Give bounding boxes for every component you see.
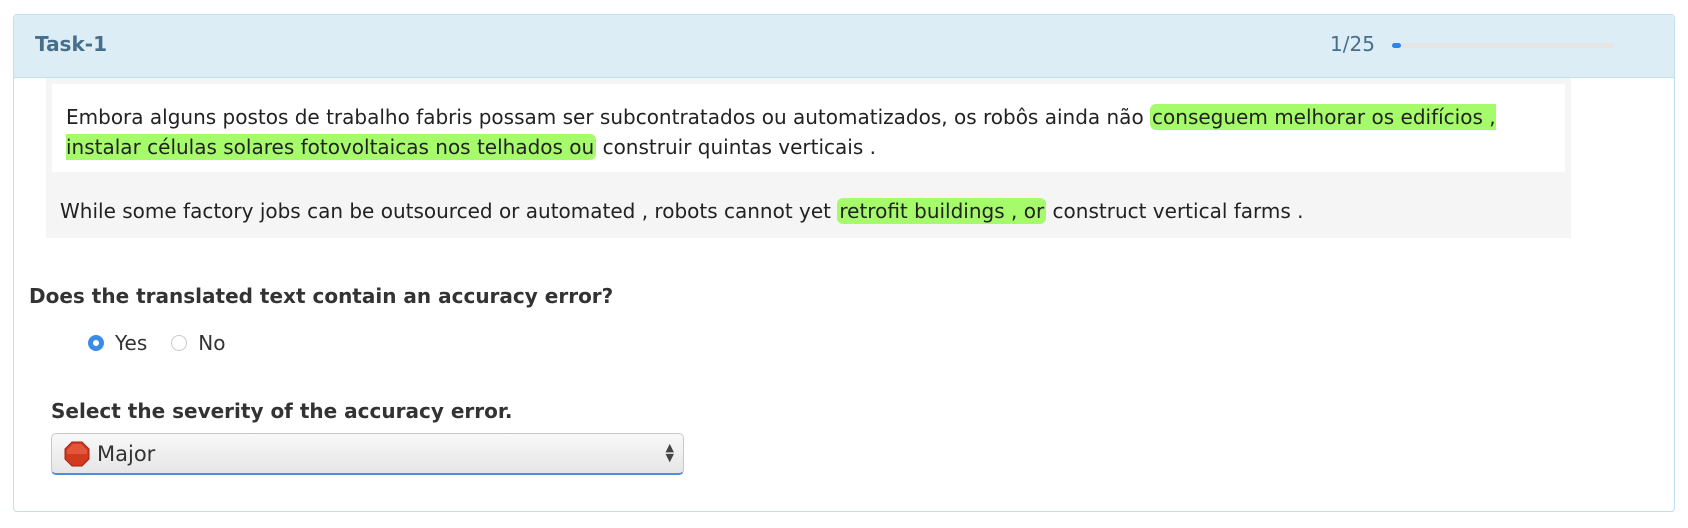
progress-bar-fill [1392, 43, 1401, 48]
target-text: While some factory jobs can be outsource… [60, 196, 1304, 226]
severity-select-value: Major [97, 441, 156, 466]
source-text-before: Embora alguns postos de trabalho fabris … [66, 105, 1151, 129]
progress-bar [1392, 43, 1614, 48]
progress-counter: 1/25 [1330, 32, 1375, 56]
stop-sign-icon [64, 441, 90, 466]
select-arrows-icon: ▲ ▼ [665, 441, 674, 464]
radio-yes[interactable] [88, 335, 104, 351]
radio-no-label[interactable]: No [198, 331, 225, 355]
target-text-after: construct vertical farms . [1046, 199, 1304, 223]
source-text: Embora alguns postos de trabalho fabris … [52, 84, 1565, 172]
task-title: Task-1 [35, 32, 107, 56]
accuracy-radio-group: Yes No [88, 331, 250, 355]
accuracy-question: Does the translated text contain an accu… [29, 284, 614, 308]
radio-yes-label[interactable]: Yes [115, 331, 147, 355]
task-header: Task-1 1/25 [14, 15, 1674, 78]
radio-no[interactable] [171, 335, 188, 351]
target-text-highlight: retrofit buildings , or [837, 198, 1047, 224]
severity-select[interactable]: Major ▲ ▼ [51, 433, 684, 475]
translation-text-box: Embora alguns postos de trabalho fabris … [46, 78, 1571, 238]
severity-label: Select the severity of the accuracy erro… [51, 399, 513, 423]
source-text-after: construir quintas verticais . [596, 135, 876, 159]
target-text-before: While some factory jobs can be outsource… [60, 199, 838, 223]
